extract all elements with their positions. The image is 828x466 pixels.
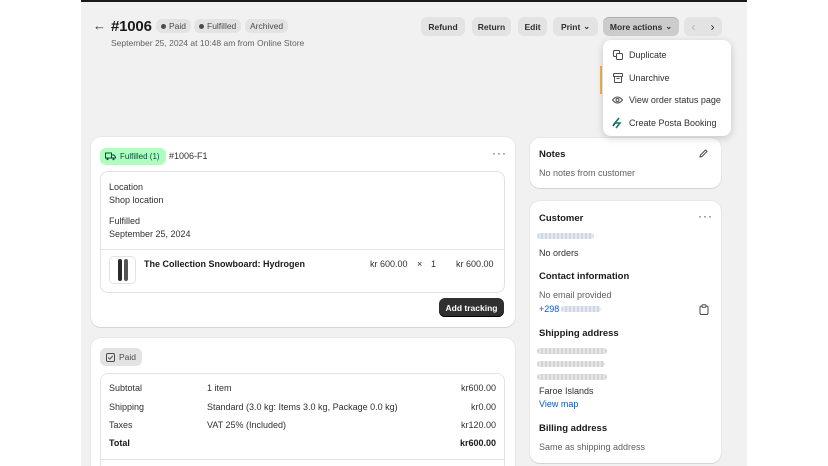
shipping-country: Faroe Islands	[539, 386, 594, 396]
menu-item-duplicate[interactable]: Duplicate	[603, 44, 731, 67]
edit-label: Edit	[524, 21, 541, 32]
taxes-label: Taxes	[109, 420, 133, 430]
print-button[interactable]: Print ⌄	[553, 17, 598, 36]
divider	[101, 459, 504, 460]
menu-item-create-posta-booking[interactable]: Create Posta Booking	[603, 112, 731, 135]
shipping-amount: kr0.00	[470, 402, 496, 412]
phone-redacted	[561, 306, 601, 312]
total-amount: kr600.00	[459, 438, 496, 448]
fulfilled-badge: Fulfilled	[194, 19, 242, 33]
menu-item-view-order-status[interactable]: View order status page	[603, 89, 731, 112]
fulfilled-label: Fulfilled	[109, 216, 141, 226]
location-label: Location	[109, 182, 144, 192]
customer-orders: No orders	[539, 248, 579, 258]
address-line-redacted	[537, 348, 607, 354]
order-number: #1006	[111, 18, 152, 35]
shipping-label: Shipping	[109, 402, 145, 412]
address-line-redacted	[537, 361, 605, 367]
more-actions-button[interactable]: More actions ⌄	[603, 17, 679, 36]
product-thumbnail[interactable]	[109, 256, 136, 284]
notes-card	[530, 138, 721, 188]
status-dot-icon	[199, 23, 204, 29]
chevron-down-icon: ⌄	[583, 22, 591, 31]
billing-address-value: Same as shipping address	[539, 442, 646, 452]
location-value: Shop location	[109, 195, 164, 205]
edit-pencil-icon[interactable]	[698, 148, 709, 159]
more-actions-label: More actions	[609, 21, 663, 32]
paid-badge-label: Paid	[169, 21, 187, 31]
contact-email: No email provided	[539, 290, 612, 300]
archived-badge-label: Archived	[250, 21, 284, 31]
fulfilled-date: September 25, 2024	[109, 229, 191, 239]
contact-phone[interactable]: +298	[539, 304, 559, 314]
notes-title: Notes	[539, 149, 566, 160]
paid-status-badge: Paid	[100, 348, 142, 366]
billing-address-title: Billing address	[539, 423, 608, 434]
order-subtitle: September 25, 2024 at 10:48 am from Onli…	[111, 38, 305, 48]
edit-button[interactable]: Edit	[518, 17, 547, 36]
taxes-amount: kr120.00	[460, 420, 496, 430]
back-arrow-icon[interactable]: ←	[93, 19, 106, 33]
snowboard-image-icon	[117, 259, 122, 281]
menu-item-label: Create Posta Booking	[629, 117, 717, 128]
add-tracking-label: Add tracking	[445, 302, 498, 313]
copy-clipboard-icon[interactable]	[699, 304, 709, 315]
fulfilled-status-label: Fulfilled (1)	[120, 152, 160, 161]
line-item-name[interactable]: The Collection Snowboard: Hydrogen	[144, 259, 305, 269]
paid-badge: Paid	[156, 19, 192, 33]
shipping-address-title: Shipping address	[539, 328, 619, 339]
status-dot-icon	[161, 23, 166, 29]
chevron-right-icon[interactable]: ›	[703, 17, 722, 36]
chevron-down-icon: ⌄	[665, 22, 673, 31]
return-button[interactable]: Return	[472, 17, 511, 36]
line-item-total: kr 600.00	[456, 259, 494, 269]
app-accent-mark	[600, 66, 602, 94]
view-map-link[interactable]: View map	[539, 399, 578, 409]
customer-title: Customer	[539, 213, 584, 224]
notes-empty: No notes from customer	[539, 168, 636, 178]
customer-name-redacted[interactable]	[537, 233, 594, 239]
menu-item-label: View order status page	[629, 95, 721, 106]
snowboard-image-icon	[123, 259, 128, 281]
fulfillment-more-icon[interactable]: ···	[492, 146, 507, 160]
add-tracking-button[interactable]: Add tracking	[439, 298, 504, 317]
fulfilled-badge-label: Fulfilled	[207, 21, 237, 31]
archived-badge: Archived	[245, 19, 289, 33]
divider	[101, 249, 504, 250]
contact-title: Contact information	[539, 271, 630, 282]
more-actions-menu: Duplicate Unarchive View order status pa…	[603, 40, 731, 136]
order-pagination: ‹ ›	[684, 17, 722, 36]
subtotal-detail: 1 item	[207, 383, 232, 393]
refund-button[interactable]: Refund	[421, 17, 465, 36]
address-line-redacted	[537, 374, 607, 380]
print-label: Print	[560, 21, 581, 32]
return-label: Return	[477, 21, 506, 32]
refund-label: Refund	[428, 21, 458, 32]
payment-summary	[100, 373, 505, 466]
menu-item-unarchive[interactable]: Unarchive	[603, 67, 731, 90]
line-item-price: kr 600.00	[370, 259, 408, 269]
subtotal-amount: kr600.00	[460, 383, 496, 393]
menu-item-label: Duplicate	[629, 50, 667, 61]
checkbox-icon	[106, 352, 115, 362]
posta-app-icon	[612, 117, 623, 129]
shipping-detail: Standard (3.0 kg: Items 3.0 kg, Package …	[207, 402, 398, 412]
fulfilled-status-badge: Fulfilled (1)	[100, 148, 166, 165]
truck-icon	[105, 152, 116, 161]
times-sign: ×	[417, 259, 423, 269]
duplicate-icon	[612, 50, 623, 61]
eye-icon	[612, 95, 623, 106]
archive-icon	[612, 72, 623, 83]
customer-more-icon[interactable]: ···	[698, 209, 713, 223]
taxes-detail: VAT 25% (Included)	[207, 420, 287, 430]
menu-item-label: Unarchive	[629, 72, 670, 83]
total-label: Total	[109, 438, 130, 448]
line-item-quantity: 1	[431, 259, 437, 269]
chevron-left-icon[interactable]: ‹	[684, 17, 703, 36]
fulfillment-id: #1006-F1	[169, 151, 208, 161]
paid-status-label: Paid	[119, 352, 137, 362]
subtotal-label: Subtotal	[109, 383, 143, 393]
